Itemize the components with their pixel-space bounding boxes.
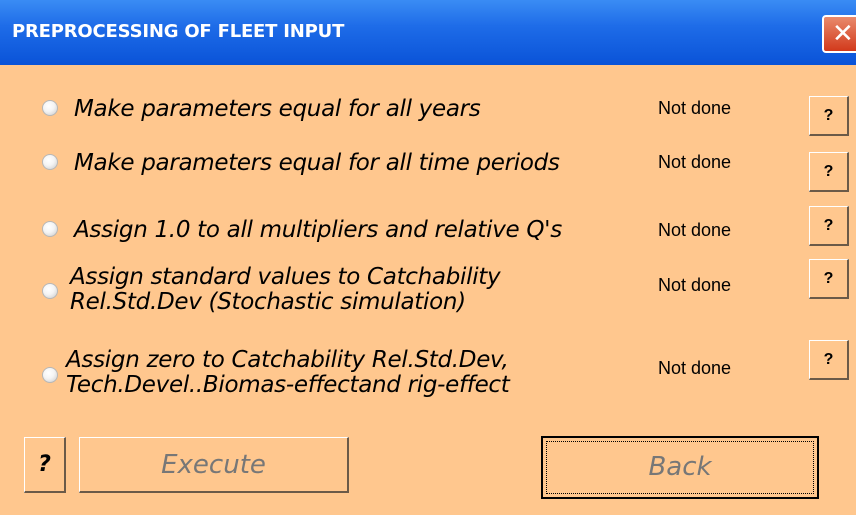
option-label-assign-multipliers: Assign 1.0 to all multipliers and relati… <box>74 217 562 243</box>
help-button-equal-years[interactable]: ? <box>809 96 849 136</box>
option-label-equal-years: Make parameters equal for all years <box>74 96 481 122</box>
help-button-equal-periods[interactable]: ? <box>809 152 849 192</box>
help-button-main[interactable]: ? <box>24 437 66 493</box>
option-label-assign-zero: Assign zero to Catchability Rel.Std.Dev,… <box>66 348 510 398</box>
focus-ring <box>546 441 814 494</box>
close-icon: ✕ <box>832 19 854 49</box>
title-bar[interactable]: PREPROCESSING OF FLEET INPUT ✕ <box>0 0 856 65</box>
help-button-assign-multipliers[interactable]: ? <box>809 206 849 246</box>
help-button-standard-values[interactable]: ? <box>809 259 849 299</box>
window-title: PREPROCESSING OF FLEET INPUT <box>12 21 345 42</box>
close-button[interactable]: ✕ <box>822 15 856 53</box>
option-label-standard-values: Assign standard values to Catchability R… <box>70 264 501 315</box>
back-button[interactable]: Back <box>541 436 819 499</box>
status-assign-zero: Not done <box>658 358 732 378</box>
help-button-assign-zero[interactable]: ? <box>809 340 849 380</box>
radio-equal-years[interactable] <box>42 100 58 116</box>
status-equal-periods: Not done <box>658 152 732 172</box>
execute-button[interactable]: Execute <box>79 437 349 493</box>
radio-equal-periods[interactable] <box>42 154 58 170</box>
dialog-window: PREPROCESSING OF FLEET INPUT ✕ Make para… <box>0 0 856 515</box>
radio-standard-values[interactable] <box>42 283 58 299</box>
option-label-line: Assign zero to Catchability Rel.Std.Dev, <box>66 347 509 373</box>
status-standard-values: Not done <box>658 275 732 295</box>
status-assign-multipliers: Not done <box>658 220 732 240</box>
radio-assign-zero[interactable] <box>42 367 58 383</box>
radio-assign-multipliers[interactable] <box>42 221 58 237</box>
option-label-line: Rel.Std.Dev (Stochastic simulation) <box>70 289 466 315</box>
option-label-line: Assign standard values to Catchability <box>70 264 501 290</box>
option-label-equal-periods: Make parameters equal for all time perio… <box>74 150 560 176</box>
status-equal-years: Not done <box>658 98 732 118</box>
option-label-line: Tech.Devel..Biomas-effectand rig-effect <box>66 372 510 398</box>
